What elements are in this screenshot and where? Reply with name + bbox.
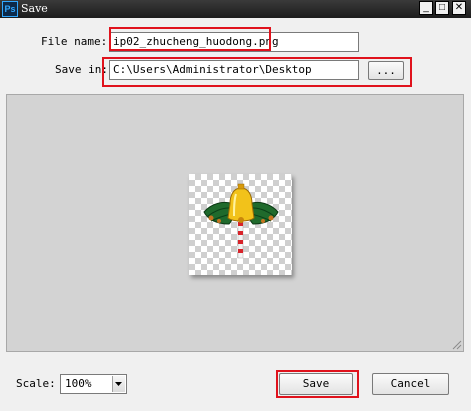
title-bar[interactable]: Ps Save _ □ ✕ bbox=[0, 0, 471, 18]
scale-select[interactable]: 100% bbox=[60, 374, 127, 394]
file-name-input[interactable]: ip02_zhucheng_huodong.png bbox=[109, 32, 359, 52]
save-button[interactable]: Save bbox=[279, 373, 353, 395]
maximize-icon: □ bbox=[438, 2, 446, 13]
close-icon: ✕ bbox=[454, 2, 464, 13]
bell-umbrella-sprite-icon bbox=[203, 183, 279, 259]
chevron-down-icon bbox=[115, 382, 122, 386]
browse-button[interactable]: ... bbox=[368, 61, 404, 80]
minimize-button[interactable]: _ bbox=[419, 1, 433, 15]
maximize-button[interactable]: □ bbox=[435, 1, 449, 15]
image-thumbnail bbox=[189, 174, 292, 275]
minimize-icon: _ bbox=[423, 2, 429, 13]
close-button[interactable]: ✕ bbox=[452, 1, 466, 15]
photoshop-app-icon: Ps bbox=[2, 1, 18, 17]
save-dialog: Ps Save _ □ ✕ File name: ip02_zhucheng_h… bbox=[0, 0, 471, 411]
resize-grip-icon[interactable] bbox=[450, 338, 462, 350]
save-in-input[interactable]: C:\Users\Administrator\Desktop bbox=[109, 60, 359, 80]
scale-label: Scale: bbox=[16, 377, 56, 390]
scale-select-value: 100% bbox=[65, 377, 92, 390]
preview-area bbox=[6, 94, 464, 352]
file-name-label: File name: bbox=[41, 35, 108, 48]
cancel-button[interactable]: Cancel bbox=[372, 373, 449, 395]
scale-dropdown-button[interactable] bbox=[112, 376, 125, 392]
window-title: Save bbox=[21, 2, 48, 15]
save-in-label: Save in: bbox=[55, 63, 108, 76]
